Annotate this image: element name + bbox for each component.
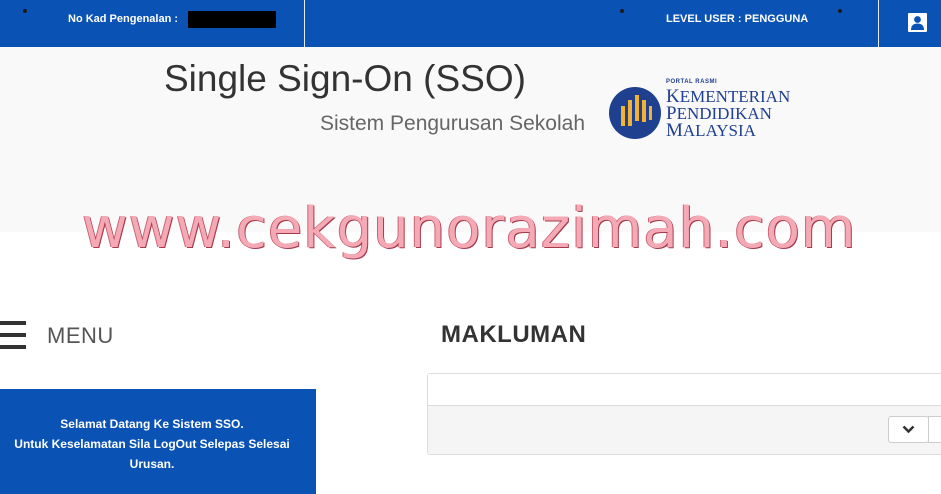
welcome-line-2: Untuk Keselamatan Sila LogOut Selepas Se… xyxy=(14,437,290,451)
panel-footer xyxy=(428,406,941,454)
watermark-text: www.cekgunorazimah.com xyxy=(82,196,857,261)
logo-small-text: PORTAL RASMI xyxy=(666,79,718,85)
kpm-emblem-logo xyxy=(609,87,661,139)
hamburger-icon[interactable] xyxy=(0,321,26,351)
logo-line-2: PENDIDIKAN xyxy=(666,103,772,124)
user-icon xyxy=(911,16,924,30)
top-bar: No Kad Pengenalan : LEVEL USER : PENGGUN… xyxy=(0,0,941,47)
decor-dot xyxy=(23,9,27,13)
menu-label[interactable]: MENU xyxy=(47,323,114,349)
logo-wordmark: KEMENTERIAN PENDIDIKAN MALAYSIA xyxy=(666,88,790,139)
decor-dot xyxy=(838,9,842,13)
page-title: Single Sign-On (SSO) xyxy=(164,58,526,99)
page-subtitle: Sistem Pengurusan Sekolah xyxy=(320,112,585,135)
welcome-line-1: Selamat Datang Ke Sistem SSO. xyxy=(60,417,244,431)
id-number-label: No Kad Pengenalan : xyxy=(68,13,179,25)
logo-line-3: MALAYSIA xyxy=(666,120,756,141)
panel-extra-button[interactable] xyxy=(928,416,941,443)
redacted-id-value xyxy=(188,11,276,28)
chevron-down-icon xyxy=(902,425,915,434)
user-profile-button[interactable] xyxy=(908,13,927,32)
panel-header xyxy=(428,374,941,406)
user-level-label: LEVEL USER : PENGGUNA xyxy=(666,13,809,25)
makluman-panel xyxy=(427,373,941,455)
logo-line-1: KEMENTERIAN xyxy=(666,86,791,107)
welcome-panel: Selamat Datang Ke Sistem SSO. Untuk Kese… xyxy=(0,389,316,494)
welcome-line-3: Urusan. xyxy=(129,457,175,471)
makluman-heading: MAKLUMAN xyxy=(441,321,587,348)
divider xyxy=(878,0,879,47)
decor-dot xyxy=(620,9,624,13)
divider xyxy=(304,0,305,47)
collapse-button[interactable] xyxy=(888,416,929,443)
